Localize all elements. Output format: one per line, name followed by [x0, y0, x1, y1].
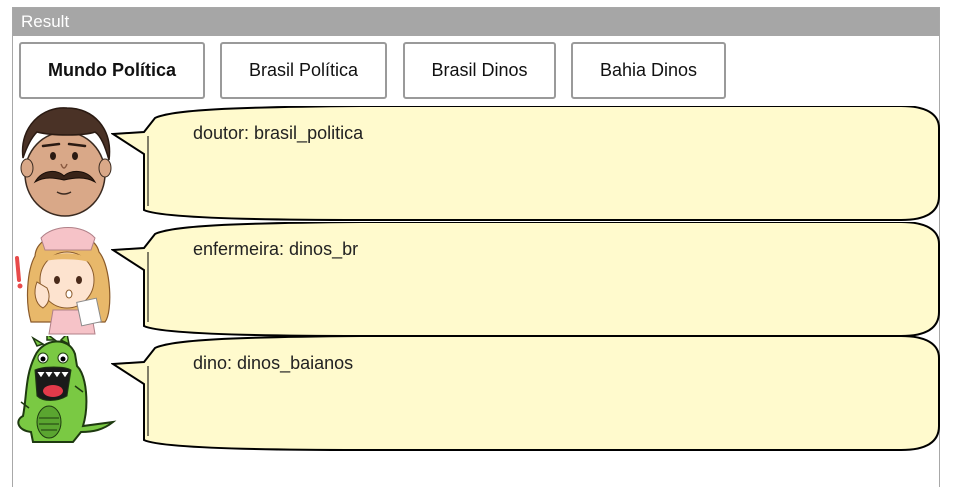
tab-mundo-politica[interactable]: Mundo Política — [19, 42, 205, 99]
message-text: enfermeira: dinos_br — [193, 239, 359, 259]
message-row: enfermeira: dinos_br — [13, 222, 940, 337]
message-text: doutor: brasil_politica — [193, 123, 364, 143]
tab-bahia-dinos[interactable]: Bahia Dinos — [571, 42, 726, 99]
doctor-avatar-icon — [20, 107, 112, 217]
tab-brasil-politica[interactable]: Brasil Política — [220, 42, 387, 99]
message-row: doutor: brasil_politica — [13, 106, 940, 221]
result-frame: Result Mundo Política Brasil Política Br… — [12, 7, 940, 487]
message-text: dino: dinos_baianos — [193, 353, 354, 373]
tab-brasil-dinos[interactable]: Brasil Dinos — [403, 42, 556, 99]
nurse-avatar-icon — [15, 227, 111, 335]
dinosaur-avatar-icon — [17, 336, 117, 443]
result-header: Result — [13, 8, 939, 36]
message-row: dino: dinos_baianos — [13, 336, 940, 451]
